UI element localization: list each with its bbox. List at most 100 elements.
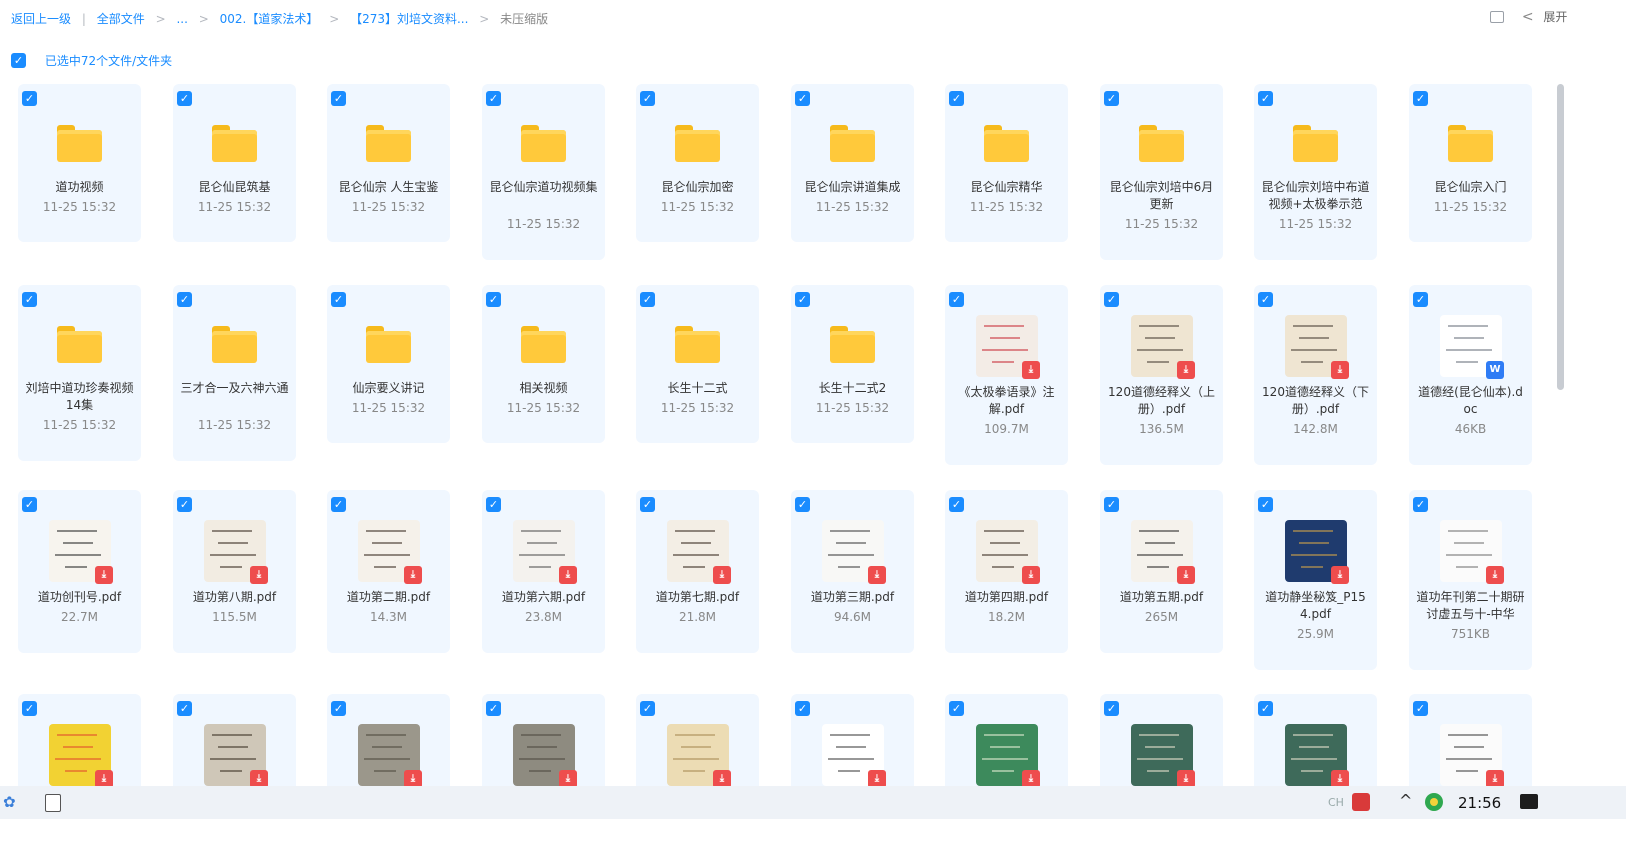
breadcrumb-item-all-files[interactable]: 全部文件	[97, 10, 145, 27]
file-card[interactable]: ✓ ⤓	[173, 694, 296, 786]
network-icon[interactable]	[1425, 793, 1443, 811]
file-checkbox[interactable]: ✓	[1413, 701, 1428, 716]
breadcrumb-item-liupei[interactable]: 【273】刘培文资料...	[350, 10, 468, 27]
file-checkbox[interactable]: ✓	[795, 701, 810, 716]
breadcrumb-item-ellipsis[interactable]: ...	[176, 12, 187, 26]
file-checkbox[interactable]: ✓	[1104, 701, 1119, 716]
file-checkbox[interactable]: ✓	[949, 91, 964, 106]
file-card[interactable]: ✓ ⤓	[636, 694, 759, 786]
notification-icon[interactable]	[1520, 794, 1538, 809]
file-checkbox[interactable]: ✓	[640, 497, 655, 512]
file-checkbox[interactable]: ✓	[1104, 497, 1119, 512]
file-card[interactable]: ✓ 相关视频 11-25 15:32	[482, 285, 605, 443]
file-checkbox[interactable]: ✓	[949, 497, 964, 512]
file-card[interactable]: ✓ 刘培中道功珍奏视频14集 11-25 15:32	[18, 285, 141, 461]
tray-expand-icon[interactable]: ^	[1399, 791, 1412, 810]
file-checkbox[interactable]: ✓	[331, 292, 346, 307]
file-checkbox[interactable]: ✓	[640, 91, 655, 106]
tray-app-icon[interactable]	[1352, 793, 1370, 811]
file-checkbox[interactable]: ✓	[177, 292, 192, 307]
file-card[interactable]: ✓ ⤓	[18, 694, 141, 786]
pdf-icon: ⤓	[1331, 361, 1349, 379]
file-checkbox[interactable]: ✓	[795, 91, 810, 106]
file-card[interactable]: ✓ ⤓ 道功第四期.pdf 18.2M	[945, 490, 1068, 653]
file-card[interactable]: ✓ ⤓ 道功第二期.pdf 14.3M	[327, 490, 450, 653]
file-checkbox[interactable]: ✓	[1104, 91, 1119, 106]
file-checkbox[interactable]: ✓	[22, 497, 37, 512]
file-checkbox[interactable]: ✓	[949, 292, 964, 307]
file-checkbox[interactable]: ✓	[486, 292, 501, 307]
back-link[interactable]: 返回上一级	[11, 10, 71, 27]
file-card[interactable]: ✓ ⤓	[327, 694, 450, 786]
file-checkbox[interactable]: ✓	[486, 497, 501, 512]
file-name: 120道德经释义（上册）.pdf	[1108, 385, 1215, 416]
file-checkbox[interactable]: ✓	[22, 91, 37, 106]
file-card[interactable]: ✓ 仙宗要义讲记 11-25 15:32	[327, 285, 450, 443]
file-card[interactable]: ✓ ⤓ 120道德经释义（上册）.pdf 136.5M	[1100, 285, 1223, 465]
file-checkbox[interactable]: ✓	[1413, 292, 1428, 307]
file-checkbox[interactable]: ✓	[949, 701, 964, 716]
file-card[interactable]: ✓ 昆仑仙宗精华 11-25 15:32	[945, 84, 1068, 242]
file-checkbox[interactable]: ✓	[331, 91, 346, 106]
scrollbar-thumb[interactable]	[1557, 84, 1564, 390]
file-checkbox[interactable]: ✓	[1104, 292, 1119, 307]
file-card[interactable]: ✓ 昆仑仙宗加密 11-25 15:32	[636, 84, 759, 242]
file-checkbox[interactable]: ✓	[795, 497, 810, 512]
file-card[interactable]: ✓ 长生十二式2 11-25 15:32	[791, 285, 914, 443]
file-card[interactable]: ✓ 长生十二式 11-25 15:32	[636, 285, 759, 443]
file-checkbox[interactable]: ✓	[1413, 497, 1428, 512]
file-checkbox[interactable]: ✓	[795, 292, 810, 307]
file-card[interactable]: ✓ ⤓ 道功第三期.pdf 94.6M	[791, 490, 914, 653]
select-all-checkbox[interactable]: ✓	[11, 53, 26, 68]
file-checkbox[interactable]: ✓	[486, 91, 501, 106]
file-checkbox[interactable]: ✓	[640, 292, 655, 307]
file-checkbox[interactable]: ✓	[331, 497, 346, 512]
file-checkbox[interactable]: ✓	[486, 701, 501, 716]
file-card[interactable]: ✓ 昆仑仙宗道功视频集 11-25 15:32	[482, 84, 605, 260]
file-checkbox[interactable]: ✓	[177, 701, 192, 716]
file-card[interactable]: ✓ 三才合一及六神六通 11-25 15:32	[173, 285, 296, 461]
file-card[interactable]: ✓ ⤓ 道功第八期.pdf 115.5M	[173, 490, 296, 653]
chevron-left-icon[interactable]: <	[1522, 9, 1534, 25]
file-checkbox[interactable]: ✓	[640, 701, 655, 716]
file-card[interactable]: ✓ ⤓ 道功创刊号.pdf 22.7M	[18, 490, 141, 653]
file-checkbox[interactable]: ✓	[1258, 91, 1273, 106]
file-checkbox[interactable]: ✓	[1413, 91, 1428, 106]
file-card[interactable]: ✓ 昆仑仙宗刘培中布道视频+太极拳示范 11-25 15:32	[1254, 84, 1377, 260]
file-checkbox[interactable]: ✓	[177, 91, 192, 106]
file-card[interactable]: ✓ 道功视频 11-25 15:32	[18, 84, 141, 242]
file-card[interactable]: ✓ ⤓ 道功第五期.pdf 265M	[1100, 490, 1223, 653]
file-card[interactable]: ✓ ⤓	[945, 694, 1068, 786]
file-card[interactable]: ✓ 昆仑仙宗 人生宝鉴 11-25 15:32	[327, 84, 450, 242]
file-card[interactable]: ✓ ⤓ 道功第七期.pdf 21.8M	[636, 490, 759, 653]
start-icon[interactable]: ✿	[3, 793, 21, 811]
file-checkbox[interactable]: ✓	[22, 701, 37, 716]
notepad-icon[interactable]	[45, 794, 61, 812]
file-card[interactable]: ✓ ⤓ 《太极拳语录》注解.pdf 109.7M	[945, 285, 1068, 465]
file-card[interactable]: ✓ 昆仑仙宗刘培中6月更新 11-25 15:32	[1100, 84, 1223, 260]
file-checkbox[interactable]: ✓	[1258, 292, 1273, 307]
input-language[interactable]: CH	[1328, 796, 1344, 809]
file-card[interactable]: ✓ ⤓ 道功年刊第二十期研讨虚五与十-中华 751KB	[1409, 490, 1532, 670]
expand-button[interactable]: 展开	[1543, 8, 1567, 25]
file-checkbox[interactable]: ✓	[1258, 701, 1273, 716]
file-card[interactable]: ✓ ⤓ 道功静坐秘笈_P154.pdf 25.9M	[1254, 490, 1377, 670]
view-mode-icon[interactable]	[1490, 10, 1504, 23]
file-card[interactable]: ✓ W 道德经(昆仑仙本).doc 46KB	[1409, 285, 1532, 465]
file-card[interactable]: ✓ ⤓	[482, 694, 605, 786]
file-checkbox[interactable]: ✓	[1258, 497, 1273, 512]
file-card[interactable]: ✓ ⤓	[1254, 694, 1377, 786]
file-card[interactable]: ✓ 昆仑仙昆筑基 11-25 15:32	[173, 84, 296, 242]
file-card[interactable]: ✓ 昆仑仙宗讲道集成 11-25 15:32	[791, 84, 914, 242]
file-card[interactable]: ✓ ⤓ 120道德经释义（下册）.pdf 142.8M	[1254, 285, 1377, 465]
file-checkbox[interactable]: ✓	[177, 497, 192, 512]
breadcrumb-item-daojia[interactable]: 002.【道家法术】	[220, 10, 319, 27]
file-card[interactable]: ✓ ⤓	[1409, 694, 1532, 786]
file-card[interactable]: ✓ ⤓	[791, 694, 914, 786]
folder-icon	[822, 114, 884, 176]
file-checkbox[interactable]: ✓	[331, 701, 346, 716]
file-card[interactable]: ✓ ⤓	[1100, 694, 1223, 786]
file-checkbox[interactable]: ✓	[22, 292, 37, 307]
file-card[interactable]: ✓ ⤓ 道功第六期.pdf 23.8M	[482, 490, 605, 653]
file-card[interactable]: ✓ 昆仑仙宗入门 11-25 15:32	[1409, 84, 1532, 242]
